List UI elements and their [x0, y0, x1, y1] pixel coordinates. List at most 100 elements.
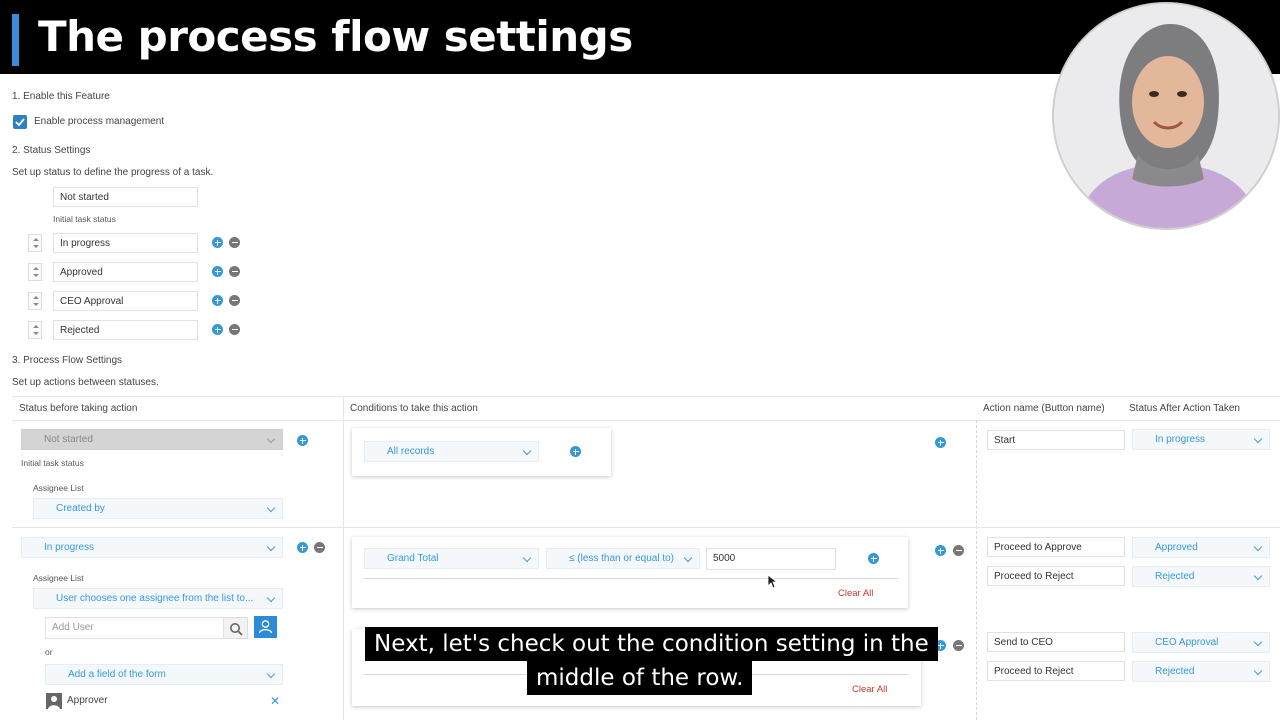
- row2-action-name-input[interactable]: Proceed to Reject: [987, 566, 1125, 586]
- row1-status-select[interactable]: Not started: [21, 429, 283, 450]
- section-status-description: Set up status to define the progress of …: [12, 167, 214, 178]
- status-reorder-handle[interactable]: [28, 292, 42, 310]
- add-condition-icon[interactable]: [868, 553, 879, 564]
- title-accent-bar: [12, 14, 19, 66]
- chevron-down-icon: [683, 553, 693, 563]
- row2-status-value: In progress: [44, 542, 95, 553]
- row1-initial-caption: Initial task status: [21, 458, 84, 468]
- row1-condition-value: All records: [387, 446, 435, 457]
- enable-process-label: Enable process management: [34, 116, 165, 127]
- enable-process-checkbox[interactable]: [13, 115, 27, 129]
- remove-status-icon[interactable]: [229, 324, 240, 335]
- status-input[interactable]: In progress: [53, 233, 198, 253]
- row2-condition-field-select[interactable]: Grand Total: [364, 548, 539, 569]
- remove-action-icon[interactable]: [953, 640, 964, 651]
- add-user-input[interactable]: Add User: [45, 617, 224, 639]
- status-input[interactable]: CEO Approval: [53, 291, 198, 311]
- row1-status-after-select[interactable]: In progress: [1132, 429, 1270, 450]
- condition-separator: [364, 578, 898, 579]
- column-header-action-name: Action name (Button name): [983, 403, 1105, 414]
- row2-condition-operator-select[interactable]: ≤ (less than or equal to): [546, 548, 700, 569]
- chevron-down-icon: [266, 542, 276, 552]
- chevron-down-icon: [1253, 434, 1263, 444]
- initial-status-input[interactable]: Not started: [53, 187, 198, 207]
- search-icon: [230, 623, 243, 636]
- add-action-icon[interactable]: [935, 545, 946, 556]
- row2-status-after-value: Approved: [1155, 542, 1198, 553]
- row2-action-name-input[interactable]: Proceed to Approve: [987, 537, 1125, 557]
- remove-action-icon[interactable]: [953, 545, 964, 556]
- row1-condition-card: All records: [352, 428, 611, 476]
- user-picker-button[interactable]: [254, 616, 277, 638]
- row1-condition-select[interactable]: All records: [364, 441, 539, 462]
- presenter-image: [1054, 4, 1278, 228]
- chevron-down-icon: [1253, 542, 1263, 552]
- row1-assignee-select[interactable]: Created by: [33, 498, 283, 519]
- add-status-icon[interactable]: [212, 237, 223, 248]
- row-divider: [12, 527, 1280, 528]
- remove-status-icon[interactable]: [229, 266, 240, 277]
- row1-action-name-input[interactable]: Start: [987, 430, 1125, 450]
- row2-status-after-select[interactable]: Approved: [1132, 537, 1270, 558]
- add-field-value: Add a field of the form: [68, 669, 166, 680]
- row2-condition-value-input[interactable]: 5000: [706, 548, 836, 570]
- row3-status-after-value: CEO Approval: [1155, 637, 1219, 648]
- add-row-icon[interactable]: [297, 435, 308, 446]
- row1-assignee-label: Assignee List: [33, 483, 84, 493]
- column-divider: [343, 396, 344, 720]
- chevron-down-icon: [266, 434, 276, 444]
- status-reorder-handle[interactable]: [28, 321, 42, 339]
- or-label: or: [45, 647, 53, 657]
- add-condition-icon[interactable]: [570, 446, 581, 457]
- row3-status-after-select[interactable]: Rejected: [1132, 661, 1270, 682]
- column-header-conditions: Conditions to take this action: [350, 403, 478, 414]
- chevron-down-icon: [266, 503, 276, 513]
- column-header-status-before: Status before taking action: [19, 403, 138, 414]
- chevron-down-icon: [266, 669, 276, 679]
- add-status-icon[interactable]: [212, 266, 223, 277]
- page-title: The process flow settings: [38, 12, 633, 61]
- remove-row-icon[interactable]: [314, 542, 325, 553]
- close-icon[interactable]: ✕: [270, 694, 280, 708]
- approver-label: Approver: [67, 695, 108, 706]
- row2-condition-field-value: Grand Total: [387, 553, 439, 564]
- section-flow-heading: 3. Process Flow Settings: [12, 355, 123, 366]
- row2-status-select[interactable]: In progress: [21, 537, 283, 558]
- row1-status-value: Not started: [44, 434, 93, 445]
- row2-status-after-value: Rejected: [1155, 571, 1195, 582]
- mouse-cursor-icon: [767, 574, 777, 589]
- column-divider: [976, 420, 977, 720]
- add-field-select[interactable]: Add a field of the form: [45, 664, 283, 685]
- clear-all-button[interactable]: Clear All: [838, 588, 873, 599]
- add-action-icon[interactable]: [935, 437, 946, 448]
- row3-status-after-select[interactable]: CEO Approval: [1132, 632, 1270, 653]
- chevron-down-icon: [1253, 571, 1263, 581]
- clear-all-button[interactable]: Clear All: [852, 684, 887, 695]
- status-reorder-handle[interactable]: [28, 263, 42, 281]
- remove-status-icon[interactable]: [229, 295, 240, 306]
- section-status-heading: 2. Status Settings: [12, 145, 91, 156]
- column-header-status-after: Status After Action Taken: [1129, 403, 1240, 414]
- row2-assignee-select[interactable]: User chooses one assignee from the list …: [33, 588, 283, 609]
- row2-status-after-select[interactable]: Rejected: [1132, 566, 1270, 587]
- check-icon: [15, 118, 25, 127]
- status-reorder-handle[interactable]: [28, 234, 42, 252]
- row1-status-after-value: In progress: [1155, 434, 1206, 445]
- search-button[interactable]: [224, 617, 248, 639]
- row3-action-name-input[interactable]: Proceed to Reject: [987, 661, 1125, 681]
- add-status-icon[interactable]: [212, 324, 223, 335]
- remove-status-icon[interactable]: [229, 237, 240, 248]
- user-icon: [258, 620, 273, 634]
- table-top-border: [12, 396, 1280, 397]
- add-row-icon[interactable]: [297, 542, 308, 553]
- user-icon: [48, 696, 60, 709]
- row3-action-name-input[interactable]: Send to CEO: [987, 632, 1125, 652]
- add-status-icon[interactable]: [212, 295, 223, 306]
- approver-avatar: [46, 693, 62, 709]
- status-input[interactable]: Rejected: [53, 320, 198, 340]
- table-header-border: [12, 420, 1280, 421]
- row2-assignee-value: User chooses one assignee from the list …: [56, 593, 254, 604]
- chevron-down-icon: [522, 553, 532, 563]
- status-input[interactable]: Approved: [53, 262, 198, 282]
- presenter-video: [1052, 2, 1280, 230]
